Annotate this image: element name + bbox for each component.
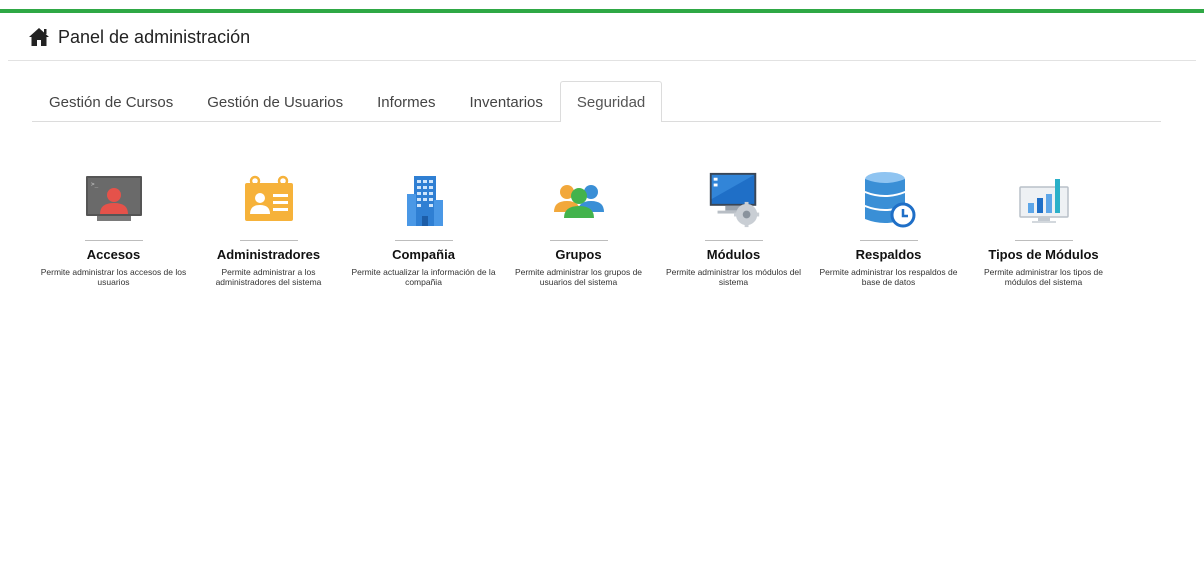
module-description: Permite administrar a los administradore… [215, 267, 322, 287]
tab-seguridad[interactable]: Seguridad [559, 81, 663, 122]
module-divider [394, 240, 453, 241]
module-respaldos[interactable]: Respaldos Permite administrar los respal… [811, 170, 966, 287]
module-divider [1014, 240, 1073, 241]
page-header: Panel de administración [8, 14, 1196, 61]
module-grupos[interactable]: Grupos Permite administrar los grupos de… [501, 170, 656, 287]
module-accesos[interactable]: >_ Accesos Permite administrar los acces… [36, 170, 191, 287]
module-title[interactable]: Administradores [217, 247, 320, 262]
tab-bar: Gestión de Cursos Gestión de Usuarios In… [32, 81, 1161, 122]
module-administradores[interactable]: Administradores Permite administrar a lo… [191, 170, 346, 287]
svg-text:>_: >_ [91, 181, 99, 188]
module-title[interactable]: Tipos de Módulos [988, 247, 1098, 262]
id-card-icon[interactable] [239, 170, 299, 230]
user-group-icon[interactable] [549, 170, 609, 230]
module-description: Permite administrar los accesos de los u… [40, 267, 187, 287]
bar-chart-monitor-icon[interactable] [1014, 170, 1074, 230]
user-terminal-icon[interactable]: >_ [84, 170, 144, 230]
tab-inventarios[interactable]: Inventarios [453, 82, 560, 122]
module-grid: >_ Accesos Permite administrar los acces… [36, 170, 1121, 287]
module-divider [549, 240, 608, 241]
module-compania[interactable]: Compañia Permite actualizar la informaci… [346, 170, 501, 287]
database-clock-icon[interactable] [859, 170, 919, 230]
module-title[interactable]: Respaldos [856, 247, 922, 262]
page-title: Panel de administración [58, 26, 251, 47]
tab-informes[interactable]: Informes [360, 82, 452, 122]
module-description: Permite administrar los respaldos de bas… [819, 267, 958, 287]
monitor-gear-icon[interactable] [704, 170, 764, 230]
module-divider [239, 240, 298, 241]
module-title[interactable]: Compañia [392, 247, 455, 262]
tab-gestion-cursos[interactable]: Gestión de Cursos [32, 82, 190, 122]
module-description: Permite administrar los tipos de módulos… [983, 267, 1104, 287]
module-modulos[interactable]: Módulos Permite administrar los módulos … [656, 170, 811, 287]
module-divider [859, 240, 918, 241]
module-description: Permite administrar los módulos del sist… [665, 267, 802, 287]
module-title[interactable]: Grupos [555, 247, 601, 262]
module-tipos-modulos[interactable]: Tipos de Módulos Permite administrar los… [966, 170, 1121, 287]
module-divider [704, 240, 763, 241]
building-icon[interactable] [394, 170, 454, 230]
module-title[interactable]: Módulos [707, 247, 760, 262]
top-accent-bar [0, 9, 1204, 13]
home-icon[interactable] [28, 27, 50, 47]
tab-gestion-usuarios[interactable]: Gestión de Usuarios [190, 82, 360, 122]
module-description: Permite actualizar la información de la … [351, 267, 496, 287]
module-divider [84, 240, 143, 241]
module-description: Permite administrar los grupos de usuari… [514, 267, 643, 287]
module-title[interactable]: Accesos [87, 247, 140, 262]
